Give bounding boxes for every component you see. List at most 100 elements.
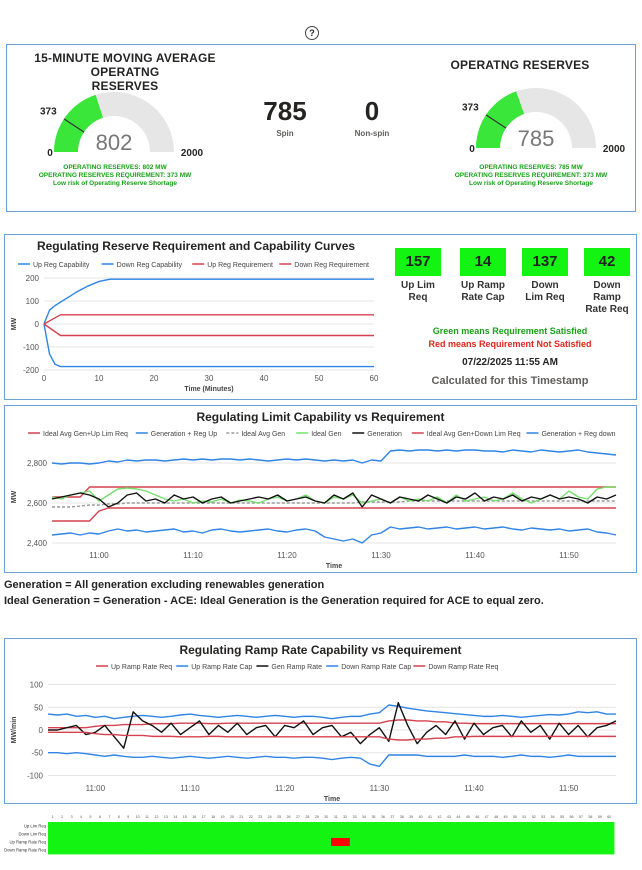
heatmap-cell bbox=[274, 846, 285, 855]
heatmap-cell bbox=[283, 822, 294, 831]
heatmap-cell bbox=[302, 838, 313, 847]
heatmap-cell bbox=[510, 838, 521, 847]
x-tick-label: 11:10 bbox=[183, 551, 203, 560]
legend-label: Generation + Reg Up bbox=[151, 431, 217, 438]
legend-label: Ideal Gen bbox=[311, 431, 341, 438]
heatmap-cell bbox=[180, 822, 190, 831]
heatmap-column-label: 6 bbox=[99, 815, 101, 819]
heatmap-cell bbox=[170, 846, 181, 855]
heatmap-cell bbox=[378, 822, 388, 831]
heatmap-cell bbox=[472, 846, 483, 855]
legend-label: Down Reg Requirement bbox=[294, 262, 369, 269]
heatmap-column-label: 20 bbox=[230, 815, 234, 819]
heatmap-cell bbox=[434, 830, 445, 839]
heatmap-cell bbox=[274, 830, 285, 839]
heatmap-cell bbox=[189, 838, 200, 847]
series-line bbox=[52, 500, 616, 508]
heatmap-column-label: 17 bbox=[202, 815, 206, 819]
heatmap-cell bbox=[227, 822, 238, 831]
heatmap-column-label: 25 bbox=[277, 815, 281, 819]
heatmap-cell bbox=[321, 838, 332, 847]
heatmap-cell bbox=[293, 846, 304, 855]
heatmap-cell bbox=[378, 838, 388, 847]
kpi-down-lim-req-label-l1: Down bbox=[531, 280, 559, 291]
heatmap-cell bbox=[264, 838, 275, 847]
spin-value: 785 bbox=[263, 96, 307, 126]
series-line bbox=[48, 702, 617, 749]
heatmap-cell bbox=[161, 830, 172, 839]
heatmap-cell bbox=[340, 822, 351, 831]
heatmap-cell bbox=[227, 838, 238, 847]
series-line bbox=[52, 507, 616, 522]
heatmap-cell bbox=[519, 838, 530, 847]
heatmap-cell bbox=[312, 830, 322, 839]
heatmap-column-label: 52 bbox=[532, 815, 536, 819]
heatmap-cell bbox=[585, 838, 596, 847]
kpi-down-ramp-rate-req-label: Down Ramp Rate Req bbox=[575, 280, 639, 316]
heatmap-cell bbox=[595, 838, 605, 847]
gauge2-note2: OPERATING RESERVES REQUIREMENT: 373 MW bbox=[454, 172, 608, 179]
heatmap-cell bbox=[198, 838, 209, 847]
kpi-up-ramp-rate-cap-label-l1: Up Ramp bbox=[461, 280, 505, 291]
heatmap-cell bbox=[255, 838, 266, 847]
heatmap-column-label: 27 bbox=[296, 815, 300, 819]
gauge1-note2: OPERATING RESERVES REQUIREMENT: 373 MW bbox=[38, 172, 192, 179]
heatmap-cell bbox=[529, 822, 539, 831]
heatmap-cell bbox=[340, 830, 351, 839]
heatmap-column-label: 46 bbox=[475, 815, 479, 819]
heatmap-cell bbox=[123, 830, 134, 839]
heatmap-cell bbox=[331, 830, 341, 839]
heatmap-column-label: 56 bbox=[570, 815, 574, 819]
heatmap-cell bbox=[557, 846, 568, 855]
heatmap-cell bbox=[397, 830, 407, 839]
heatmap-cell bbox=[104, 822, 115, 831]
heatmap-cell bbox=[293, 838, 304, 847]
heatmap-cell bbox=[85, 830, 96, 839]
heatmap-cell bbox=[604, 846, 615, 855]
heatmap-cell bbox=[217, 838, 228, 847]
series-line bbox=[51, 449, 617, 465]
heatmap-cell bbox=[142, 822, 153, 831]
heatmap-cell bbox=[95, 838, 105, 847]
heatmap-cell bbox=[557, 830, 568, 839]
heatmap-column-label: 7 bbox=[108, 815, 110, 819]
heatmap-cell bbox=[66, 846, 77, 855]
gauge-requirement-label: 373 bbox=[462, 103, 479, 114]
heatmap-cell bbox=[123, 822, 134, 831]
heatmap-cell bbox=[114, 846, 124, 855]
heatmap-cell bbox=[76, 822, 87, 831]
heatmap-cell bbox=[538, 822, 549, 831]
heatmap-cell bbox=[529, 838, 539, 847]
heatmap-column-label: 24 bbox=[268, 815, 272, 819]
kpi-down-lim-req-label: Down Lim Req bbox=[515, 280, 575, 304]
gauge1-note3: Low risk of Operating Reserve Shortage bbox=[53, 180, 177, 187]
heatmap-cell bbox=[425, 822, 436, 831]
heatmap-column-label: 4 bbox=[80, 815, 82, 819]
heatmap-cell bbox=[123, 846, 134, 855]
heatmap-cell bbox=[132, 838, 143, 847]
heatmap-cell bbox=[576, 830, 587, 839]
heatmap-cell bbox=[368, 830, 379, 839]
heatmap-column-label: 54 bbox=[551, 815, 555, 819]
y-tick-label: 50 bbox=[34, 703, 43, 712]
heatmap-column-label: 11 bbox=[145, 815, 149, 819]
heatmap-column-label: 31 bbox=[334, 815, 338, 819]
legend-label: Up Reg Capability bbox=[33, 262, 90, 269]
heatmap-cell bbox=[208, 822, 219, 831]
heatmap-cell bbox=[161, 838, 172, 847]
heatmap-column-label: 60 bbox=[607, 815, 611, 819]
help-icon[interactable]: ? bbox=[305, 26, 319, 40]
heatmap-row-label: Down Lim Req bbox=[19, 832, 47, 837]
heatmap-cell bbox=[255, 846, 266, 855]
heatmap-cell bbox=[264, 830, 275, 839]
heatmap-row-label: Up Ramp Rate Req bbox=[9, 840, 46, 845]
heatmap-cell bbox=[189, 846, 200, 855]
heatmap-column-label: 21 bbox=[239, 815, 243, 819]
heatmap-cell bbox=[576, 822, 587, 831]
heatmap-cell bbox=[595, 822, 605, 831]
heatmap-cell bbox=[463, 838, 473, 847]
series-line bbox=[43, 323, 374, 337]
chart-title: Regulating Ramp Rate Capability vs Requi… bbox=[179, 643, 461, 657]
x-axis-label: Time bbox=[326, 563, 342, 570]
gauge2-title: OPERATNG RESERVES bbox=[450, 58, 590, 72]
